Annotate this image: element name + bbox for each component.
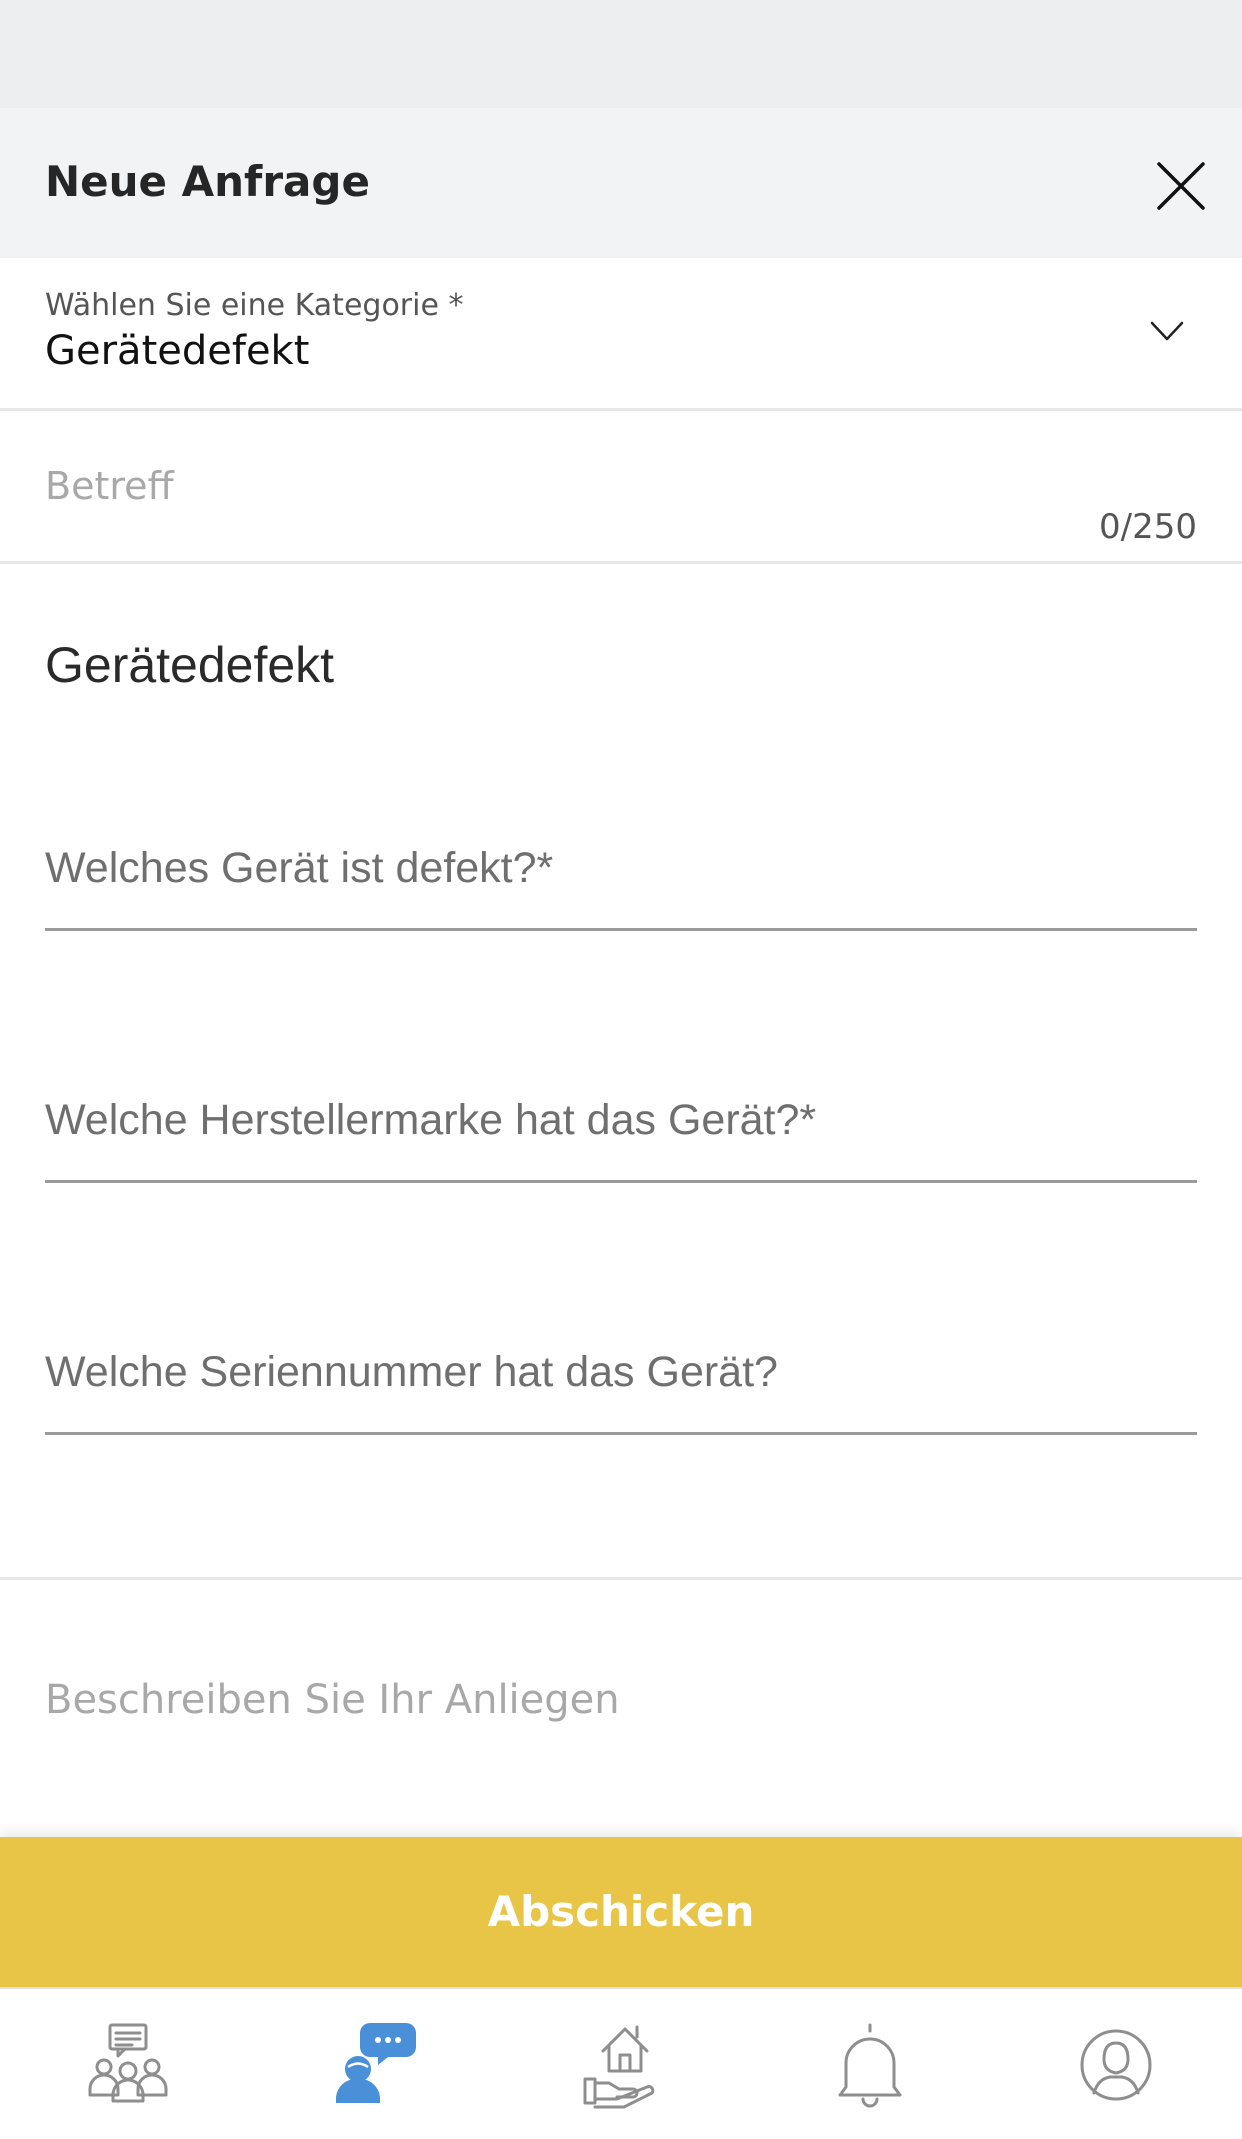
community-icon xyxy=(88,2023,168,2103)
device-field xyxy=(45,838,1197,931)
category-label: Wählen Sie eine Kategorie * xyxy=(45,288,464,323)
chevron-down-icon xyxy=(1150,321,1184,341)
subject-field: 0/250 xyxy=(0,413,1242,561)
description-input[interactable] xyxy=(45,1674,1195,1814)
chat-support-icon xyxy=(336,2023,416,2103)
manufacturer-field xyxy=(45,1090,1197,1183)
device-input[interactable] xyxy=(45,838,1197,898)
bell-icon xyxy=(838,2023,902,2108)
tab-support-chat[interactable] xyxy=(326,2013,426,2113)
tab-bar xyxy=(0,1987,1242,2139)
category-value: Gerätedefekt xyxy=(45,328,310,374)
tab-profile[interactable] xyxy=(1066,2013,1166,2113)
tab-notifications[interactable] xyxy=(820,2013,920,2113)
status-bar xyxy=(0,0,1242,108)
tab-community[interactable] xyxy=(78,2013,178,2113)
header: Neue Anfrage xyxy=(0,108,1242,258)
manufacturer-input[interactable] xyxy=(45,1090,1197,1150)
serial-number-field xyxy=(45,1342,1197,1435)
close-button[interactable] xyxy=(1145,150,1217,222)
submit-button[interactable]: Abschicken xyxy=(0,1837,1242,1987)
divider xyxy=(0,1577,1242,1580)
close-icon xyxy=(1157,162,1205,210)
subject-input[interactable] xyxy=(45,461,1145,511)
divider xyxy=(0,408,1242,411)
section-title: Gerätedefekt xyxy=(45,637,335,693)
description-field xyxy=(0,1582,1242,1837)
divider xyxy=(0,561,1242,564)
page-title: Neue Anfrage xyxy=(45,157,370,206)
home-hand-icon xyxy=(583,2025,655,2109)
character-counter: 0/250 xyxy=(1099,507,1197,547)
category-select[interactable]: Wählen Sie eine Kategorie * Gerätedefekt xyxy=(0,258,1242,408)
submit-label: Abschicken xyxy=(487,1887,755,1936)
profile-icon xyxy=(1080,2029,1152,2101)
tab-home[interactable] xyxy=(573,2013,673,2113)
serial-number-input[interactable] xyxy=(45,1342,1197,1402)
